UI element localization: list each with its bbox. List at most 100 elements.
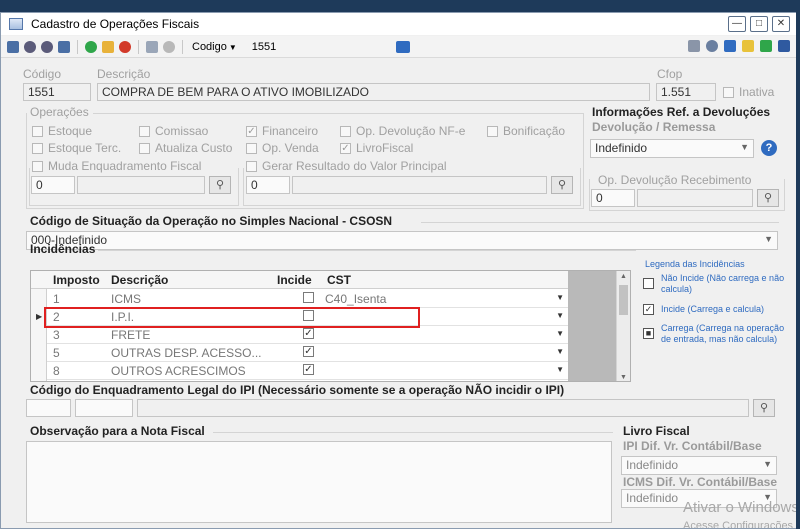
incide-checkbox[interactable]: ✓ bbox=[303, 346, 314, 357]
atualiza-custo-checkbox[interactable] bbox=[139, 143, 150, 154]
desktop-edge bbox=[796, 0, 800, 529]
estoque-label: Estoque bbox=[48, 124, 93, 138]
scroll-down-icon[interactable]: ▼ bbox=[620, 374, 627, 381]
enquadramento-code-2[interactable] bbox=[75, 399, 133, 417]
next-record-icon[interactable] bbox=[41, 40, 53, 53]
estoque-terc-checkbox[interactable] bbox=[32, 143, 43, 154]
livrofiscal-checkbox[interactable]: ✓ bbox=[340, 143, 351, 154]
ipi-dif-select[interactable]: Indefinido ▼ bbox=[621, 456, 777, 475]
scrollbar-thumb[interactable] bbox=[619, 285, 628, 315]
op-devolucao-nfe-checkbox[interactable] bbox=[340, 126, 351, 137]
operacoes-fiscais-window: Cadastro de Operações Fiscais — □ ✕ Codi… bbox=[0, 12, 796, 529]
binoculars-icon[interactable]: ⚲ bbox=[551, 176, 573, 194]
enquadramento-desc bbox=[137, 399, 749, 417]
help-icon[interactable]: ? bbox=[761, 140, 777, 156]
first-record-icon[interactable] bbox=[7, 40, 19, 53]
edit-icon[interactable] bbox=[102, 40, 114, 53]
refresh-icon[interactable] bbox=[724, 40, 736, 52]
cst-select[interactable]: ▼ bbox=[323, 362, 568, 379]
legend-item-carrega: Carrega (Carrega na operação de entrada,… bbox=[661, 323, 785, 344]
table-row[interactable]: 3 FRETE ✓ ▼ bbox=[47, 326, 568, 344]
legend-item-incide: Incide (Carrega e calcula) bbox=[661, 304, 765, 314]
gerar-resultado-code[interactable]: 0 bbox=[246, 176, 290, 194]
close-button[interactable]: ✕ bbox=[772, 16, 790, 32]
observacao-divider bbox=[213, 432, 613, 433]
chevron-down-icon: ▼ bbox=[764, 234, 773, 244]
incidencias-divider bbox=[98, 250, 636, 251]
column-cst[interactable]: CST bbox=[327, 273, 351, 287]
codigo-field[interactable]: 1551 bbox=[23, 83, 91, 101]
grid-scrollbar[interactable]: ▲ ▼ bbox=[616, 271, 630, 381]
op-devolucao-nfe-label: Op. Devolução NF-e bbox=[356, 124, 466, 138]
export-icon[interactable] bbox=[760, 40, 772, 52]
table-row[interactable]: 1 ICMS C40_Isenta ▼ bbox=[47, 290, 568, 308]
grid-header: Imposto Descrição Incide CST bbox=[31, 271, 568, 289]
cst-select[interactable]: ▼ bbox=[323, 344, 568, 361]
scroll-up-icon[interactable]: ▲ bbox=[620, 273, 627, 280]
muda-enquadramento-code[interactable]: 0 bbox=[31, 176, 75, 194]
add-icon[interactable] bbox=[85, 40, 97, 53]
search-value[interactable]: 1551 bbox=[252, 41, 276, 53]
incide-checkbox[interactable]: ✓ bbox=[303, 364, 314, 375]
csosn-select[interactable]: 000-Indefinido ▼ bbox=[26, 231, 778, 250]
last-record-icon[interactable] bbox=[58, 40, 70, 53]
app-icon bbox=[9, 18, 23, 30]
financeiro-label: Financeiro bbox=[262, 124, 319, 138]
go-icon[interactable] bbox=[396, 40, 411, 53]
imposto-cell: 1 bbox=[53, 292, 60, 306]
table-row[interactable]: 8 OUTROS ACRESCIMOS ✓ ▼ bbox=[47, 362, 568, 380]
column-imposto[interactable]: Imposto bbox=[53, 273, 100, 287]
search-icon[interactable] bbox=[706, 40, 718, 52]
imposto-cell: 8 bbox=[53, 364, 60, 378]
activation-watermark-title: Ativar o Windows bbox=[683, 499, 796, 516]
financeiro-checkbox[interactable]: ✓ bbox=[246, 126, 257, 137]
devolucao-remessa-value: Indefinido bbox=[595, 141, 648, 155]
highlight-annotation bbox=[44, 307, 420, 328]
enquadramento-title: Código do Enquadramento Legal do IPI (Ne… bbox=[30, 383, 565, 397]
chevron-down-icon: ▼ bbox=[556, 365, 564, 374]
binoculars-icon[interactable]: ⚲ bbox=[209, 176, 231, 194]
delete-icon[interactable] bbox=[119, 40, 131, 53]
incide-checkbox[interactable] bbox=[303, 292, 314, 303]
op-devolucao-code[interactable]: 0 bbox=[591, 189, 635, 207]
incide-checkbox[interactable]: ✓ bbox=[303, 328, 314, 339]
descricao-cell: ICMS bbox=[111, 292, 141, 306]
toolbar-separator bbox=[77, 39, 78, 54]
print-icon[interactable] bbox=[688, 40, 700, 52]
current-row-icon: ▶ bbox=[36, 312, 43, 321]
bonificacao-label: Bonificação bbox=[503, 124, 566, 138]
undo-icon[interactable] bbox=[163, 40, 175, 53]
inativa-label: Inativa bbox=[739, 85, 775, 99]
chevron-down-icon: ▼ bbox=[556, 311, 564, 320]
cst-select[interactable]: ▼ bbox=[323, 326, 568, 343]
column-incide[interactable]: Incide bbox=[277, 273, 312, 287]
menu-icon[interactable] bbox=[778, 40, 790, 52]
search-field-dropdown[interactable]: Codigo ▼ bbox=[192, 41, 237, 53]
column-descricao[interactable]: Descrição bbox=[111, 273, 168, 287]
inativa-checkbox[interactable] bbox=[723, 87, 734, 98]
cst-select[interactable]: C40_Isenta ▼ bbox=[323, 290, 568, 307]
incidencias-title: Incidências bbox=[30, 242, 96, 256]
window-title: Cadastro de Operações Fiscais bbox=[31, 17, 200, 31]
muda-enquadramento-desc bbox=[77, 176, 205, 194]
observacao-textarea[interactable] bbox=[26, 441, 612, 523]
maximize-button[interactable]: □ bbox=[750, 16, 768, 32]
binoculars-icon[interactable]: ⚲ bbox=[757, 189, 779, 207]
report-icon[interactable] bbox=[742, 40, 754, 52]
devolucao-remessa-select[interactable]: Indefinido ▼ bbox=[590, 139, 754, 158]
binoculars-icon[interactable]: ⚲ bbox=[753, 399, 775, 417]
minimize-button[interactable]: — bbox=[728, 16, 746, 32]
cst-value: C40_Isenta bbox=[325, 292, 387, 306]
enquadramento-code-1[interactable] bbox=[26, 399, 71, 417]
estoque-checkbox[interactable] bbox=[32, 126, 43, 137]
save-icon[interactable] bbox=[146, 40, 158, 53]
cfop-field[interactable]: 1.551 bbox=[656, 83, 716, 101]
imposto-cell: 3 bbox=[53, 328, 60, 342]
descricao-field[interactable]: COMPRA DE BEM PARA O ATIVO IMOBILIZADO bbox=[97, 83, 650, 101]
op-venda-checkbox[interactable] bbox=[246, 143, 257, 154]
comissao-checkbox[interactable] bbox=[139, 126, 150, 137]
table-row[interactable]: 5 OUTRAS DESP. ACESSO... ✓ ▼ bbox=[47, 344, 568, 362]
previous-record-icon[interactable] bbox=[24, 40, 36, 53]
estoque-terc-label: Estoque Terc. bbox=[48, 141, 122, 155]
bonificacao-checkbox[interactable] bbox=[487, 126, 498, 137]
